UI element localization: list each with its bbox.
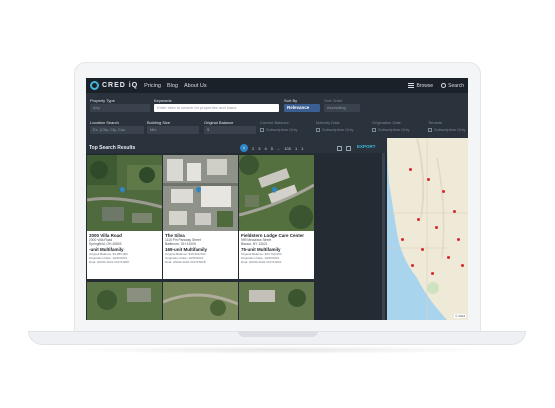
tenants-label: Tenants — [428, 120, 443, 125]
checkbox-icon — [372, 127, 376, 132]
menu-icon — [408, 83, 415, 88]
property-card[interactable] — [239, 282, 314, 320]
current-balance-label: Current Balance — [260, 120, 289, 125]
map-marker[interactable] — [417, 218, 420, 221]
laptop-screen: CRED iQ Pricing Blog About Us Browse Sea… — [86, 78, 468, 320]
sort-by-label: Sort By — [284, 98, 298, 103]
page-ellipsis: ... — [276, 145, 281, 151]
map-marker[interactable] — [447, 256, 450, 259]
tenants-checkbox[interactable]: Subscription Only — [428, 127, 465, 132]
sort-order-select[interactable]: Ascending — [324, 104, 360, 112]
tenants-option: Subscription Only — [434, 127, 466, 132]
maturity-date-label: Maturity Date — [316, 120, 340, 125]
card-address-line2: Bianco, NY 13621 — [241, 242, 268, 246]
map-marker[interactable] — [401, 238, 404, 241]
map-marker[interactable] — [427, 178, 430, 181]
map-marker[interactable] — [421, 248, 424, 251]
property-aerial-image — [87, 155, 162, 231]
map-marker[interactable] — [411, 264, 414, 267]
browse-label: Browse — [416, 82, 434, 89]
origination-date-checkbox[interactable]: Subscription Only — [372, 127, 409, 132]
map-marker[interactable] — [453, 210, 456, 213]
filter-panel: Property Type Any Keywords Enter here to… — [86, 93, 468, 143]
map-attribution: © 2024 — [454, 314, 466, 318]
checkbox-icon — [316, 127, 320, 132]
results-gutter — [316, 153, 382, 320]
grid-view-icon[interactable] — [337, 146, 342, 151]
logo-icon[interactable] — [90, 81, 99, 90]
maturity-date-checkbox[interactable]: Subscription Only — [316, 127, 353, 132]
original-balance-label: Original Balance — [204, 120, 234, 125]
top-navbar: CRED iQ Pricing Blog About Us Browse Sea… — [86, 78, 468, 93]
map-marker[interactable] — [457, 238, 460, 241]
sort-by-select[interactable]: Relevance — [284, 104, 320, 112]
map-marker[interactable] — [431, 272, 434, 275]
building-size-label: Building Size — [147, 120, 171, 125]
logo-text[interactable]: CRED iQ — [102, 82, 138, 89]
property-card[interactable]: Fieldstern Lodge Care Center 999 Meadows… — [239, 155, 314, 279]
card-deal: Deal: GNMA 2022-341TF4261 — [241, 260, 282, 264]
browse-button[interactable]: Browse — [408, 83, 433, 89]
page-button[interactable]: 5 — [271, 146, 273, 151]
map-marker[interactable] — [461, 264, 464, 267]
page-button[interactable]: 3 — [258, 146, 260, 151]
page-button[interactable]: 2 — [252, 146, 254, 151]
card-deal: Deal: GNMA 2022-341TF5028 — [165, 260, 206, 264]
origination-date-option: Subscription Only — [378, 127, 410, 132]
keywords-input[interactable]: Enter here to search for properties and … — [154, 104, 279, 112]
results-title: Top Search Results — [89, 145, 136, 151]
search-icon — [441, 83, 447, 88]
laptop-notch — [238, 331, 318, 337]
page-button[interactable]: 1 — [301, 146, 303, 151]
property-card[interactable] — [163, 282, 238, 320]
list-view-icon[interactable] — [346, 146, 351, 151]
keywords-label: Keywords — [154, 98, 172, 103]
property-aerial-image — [163, 155, 238, 231]
maturity-date-option: Subscription Only — [322, 127, 354, 132]
property-type-label: Property Type — [90, 98, 115, 103]
page-button[interactable]: 100 — [284, 146, 291, 151]
card-deal: Deal: GNMA 2021-341TF4287 — [89, 260, 130, 264]
results-scrollbar[interactable] — [382, 153, 385, 320]
page-button[interactable]: 1 — [295, 146, 297, 151]
pagination: 1 2 3 4 5 ... 100 1 1 — [240, 144, 303, 152]
results-map[interactable]: © 2024 — [387, 138, 468, 320]
location-label: Location Search — [90, 120, 119, 125]
nav-link-blog[interactable]: Blog — [167, 83, 178, 89]
export-button[interactable]: EXPORT — [357, 144, 376, 149]
nav-link-about[interactable]: About Us — [184, 83, 207, 89]
checkbox-icon — [428, 127, 432, 132]
building-size-input[interactable]: Min — [147, 126, 199, 134]
page-button[interactable]: 4 — [264, 146, 266, 151]
property-aerial-image — [163, 282, 238, 320]
property-card[interactable] — [87, 282, 162, 320]
search-label: Search — [448, 82, 464, 89]
property-aerial-image — [239, 155, 314, 231]
property-card[interactable]: The Silva 1115 Pin Parkway Street Baltim… — [163, 155, 238, 279]
card-address-line2: Springfield, OH 45503 — [89, 242, 122, 246]
property-aerial-image — [239, 282, 314, 320]
laptop-shadow — [60, 346, 496, 354]
search-button[interactable]: Search — [441, 83, 464, 89]
current-balance-option: Subscription Only — [266, 127, 298, 132]
map-marker[interactable] — [442, 190, 445, 193]
card-address-line2: Baltimore, OH 41009 — [165, 242, 196, 246]
current-balance-checkbox[interactable]: Subscription Only — [260, 127, 297, 132]
property-aerial-image — [87, 282, 162, 320]
sort-order-label: Sort Order — [324, 98, 343, 103]
map-marker[interactable] — [409, 168, 412, 171]
location-input[interactable]: Ex. (City, Cty, Cou — [90, 126, 144, 134]
page-button[interactable]: 1 — [240, 144, 248, 152]
checkbox-icon — [260, 127, 264, 132]
original-balance-input[interactable]: $ — [204, 126, 256, 134]
property-card[interactable]: 2000 Villa Road 2000 Villa Road Springfi… — [87, 155, 162, 279]
map-marker[interactable] — [435, 226, 438, 229]
property-type-select[interactable]: Any — [90, 104, 150, 112]
origination-date-label: Origination Date — [372, 120, 401, 125]
nav-link-pricing[interactable]: Pricing — [144, 83, 161, 89]
